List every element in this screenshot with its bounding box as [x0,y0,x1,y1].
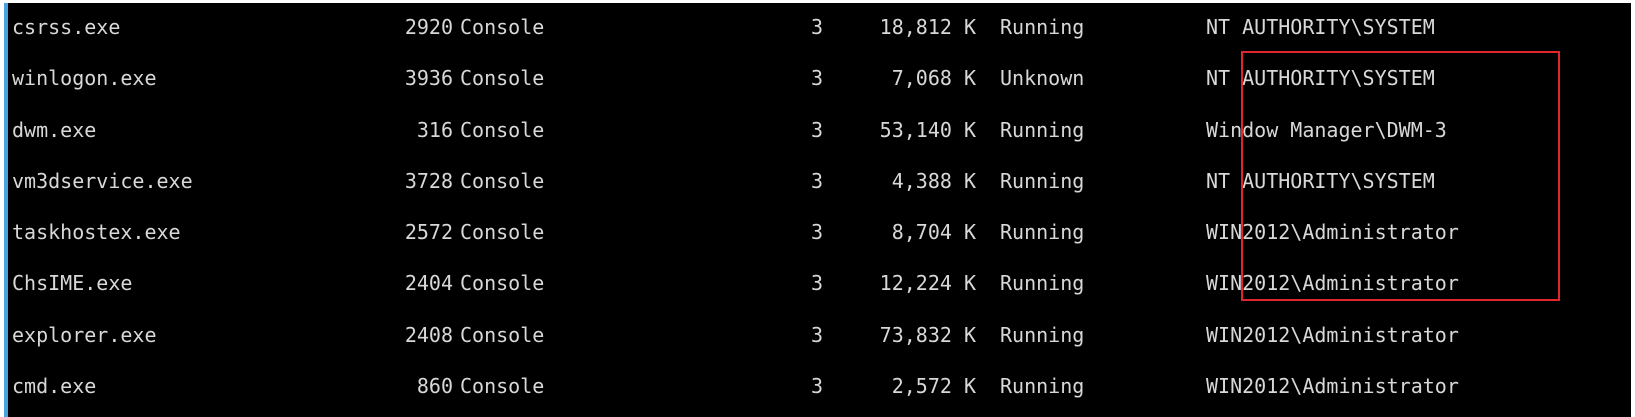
process-row: explorer.exe 2408 Console 3 73,832 K Running W… [8,320,1631,350]
process-session-number: 3 [810,118,823,142]
process-session-number: 3 [810,15,823,39]
process-mem-usage: 8,704 K [891,220,976,244]
process-row: winlogon.exe 3936 Console 3 7,068 K Unknown NT… [8,63,1631,93]
process-row: cmd.exe 860 Console 3 2,572 K Running WIN2012\… [8,371,1631,401]
process-session-number: 3 [810,374,823,398]
process-session-name: Console [460,15,545,39]
process-session-number: 3 [810,271,823,295]
process-status: Running [1000,374,1085,398]
process-pid: 316 [416,118,453,142]
process-session-number: 3 [810,220,823,244]
process-session-name: Console [460,118,545,142]
process-name: vm3dservice.exe [12,169,193,193]
process-mem-usage: 12,224 K [879,271,976,295]
process-row: taskhostex.exe 2572 Console 3 8,704 K Running… [8,217,1631,247]
process-session-number: 3 [810,169,823,193]
process-status: Running [1000,169,1085,193]
process-user-name: WIN2012\Administrator [1206,271,1459,295]
process-pid: 2920 [404,15,453,39]
process-name: cmd.exe [12,374,97,398]
process-pid: 2408 [404,323,453,347]
process-row: csrss.exe 2920 Console 3 18,812 K Running NT A… [8,12,1631,42]
process-row: ChsIME.exe 2404 Console 3 12,224 K Running WIN… [8,268,1631,298]
process-session-number: 3 [810,323,823,347]
process-mem-usage: 2,572 K [891,374,976,398]
process-user-name: NT AUTHORITY\SYSTEM [1206,66,1435,90]
process-name: explorer.exe [12,323,157,347]
process-name: taskhostex.exe [12,220,181,244]
process-session-name: Console [460,323,545,347]
process-session-name: Console [460,374,545,398]
process-user-name: WIN2012\Administrator [1206,220,1459,244]
process-status: Running [1000,220,1085,244]
process-user-name: NT AUTHORITY\SYSTEM [1206,15,1435,39]
process-status: Running [1000,15,1085,39]
process-pid: 2572 [404,220,453,244]
process-pid: 860 [416,374,453,398]
process-name: ChsIME.exe [12,271,133,295]
process-mem-usage: 73,832 K [879,323,976,347]
process-name: csrss.exe [12,15,121,39]
process-session-name: Console [460,169,545,193]
process-status: Running [1000,323,1085,347]
process-status: Running [1000,118,1085,142]
process-user-name: WIN2012\Administrator [1206,374,1459,398]
process-mem-usage: 53,140 K [879,118,976,142]
process-session-name: Console [460,220,545,244]
process-pid: 3728 [404,169,453,193]
process-status: Running [1000,271,1085,295]
process-user-name: Window Manager\DWM-3 [1206,118,1447,142]
process-name: winlogon.exe [12,66,157,90]
process-session-name: Console [460,271,545,295]
process-user-name: WIN2012\Administrator [1206,323,1459,347]
console-output: csrss.exe 2920 Console 3 18,812 K Running NT A… [4,3,1631,417]
process-mem-usage: 18,812 K [879,15,976,39]
process-session-name: Console [460,66,545,90]
process-name: dwm.exe [12,118,97,142]
process-session-number: 3 [810,66,823,90]
process-pid: 3936 [404,66,453,90]
process-mem-usage: 4,388 K [891,169,976,193]
process-user-name: NT AUTHORITY\SYSTEM [1206,169,1435,193]
process-mem-usage: 7,068 K [891,66,976,90]
process-pid: 2404 [404,271,453,295]
process-row: vm3dservice.exe 3728 Console 3 4,388 K Runnin… [8,166,1631,196]
process-status: Unknown [1000,66,1085,90]
process-row: dwm.exe 316 Console 3 53,140 K Running Window … [8,115,1631,145]
